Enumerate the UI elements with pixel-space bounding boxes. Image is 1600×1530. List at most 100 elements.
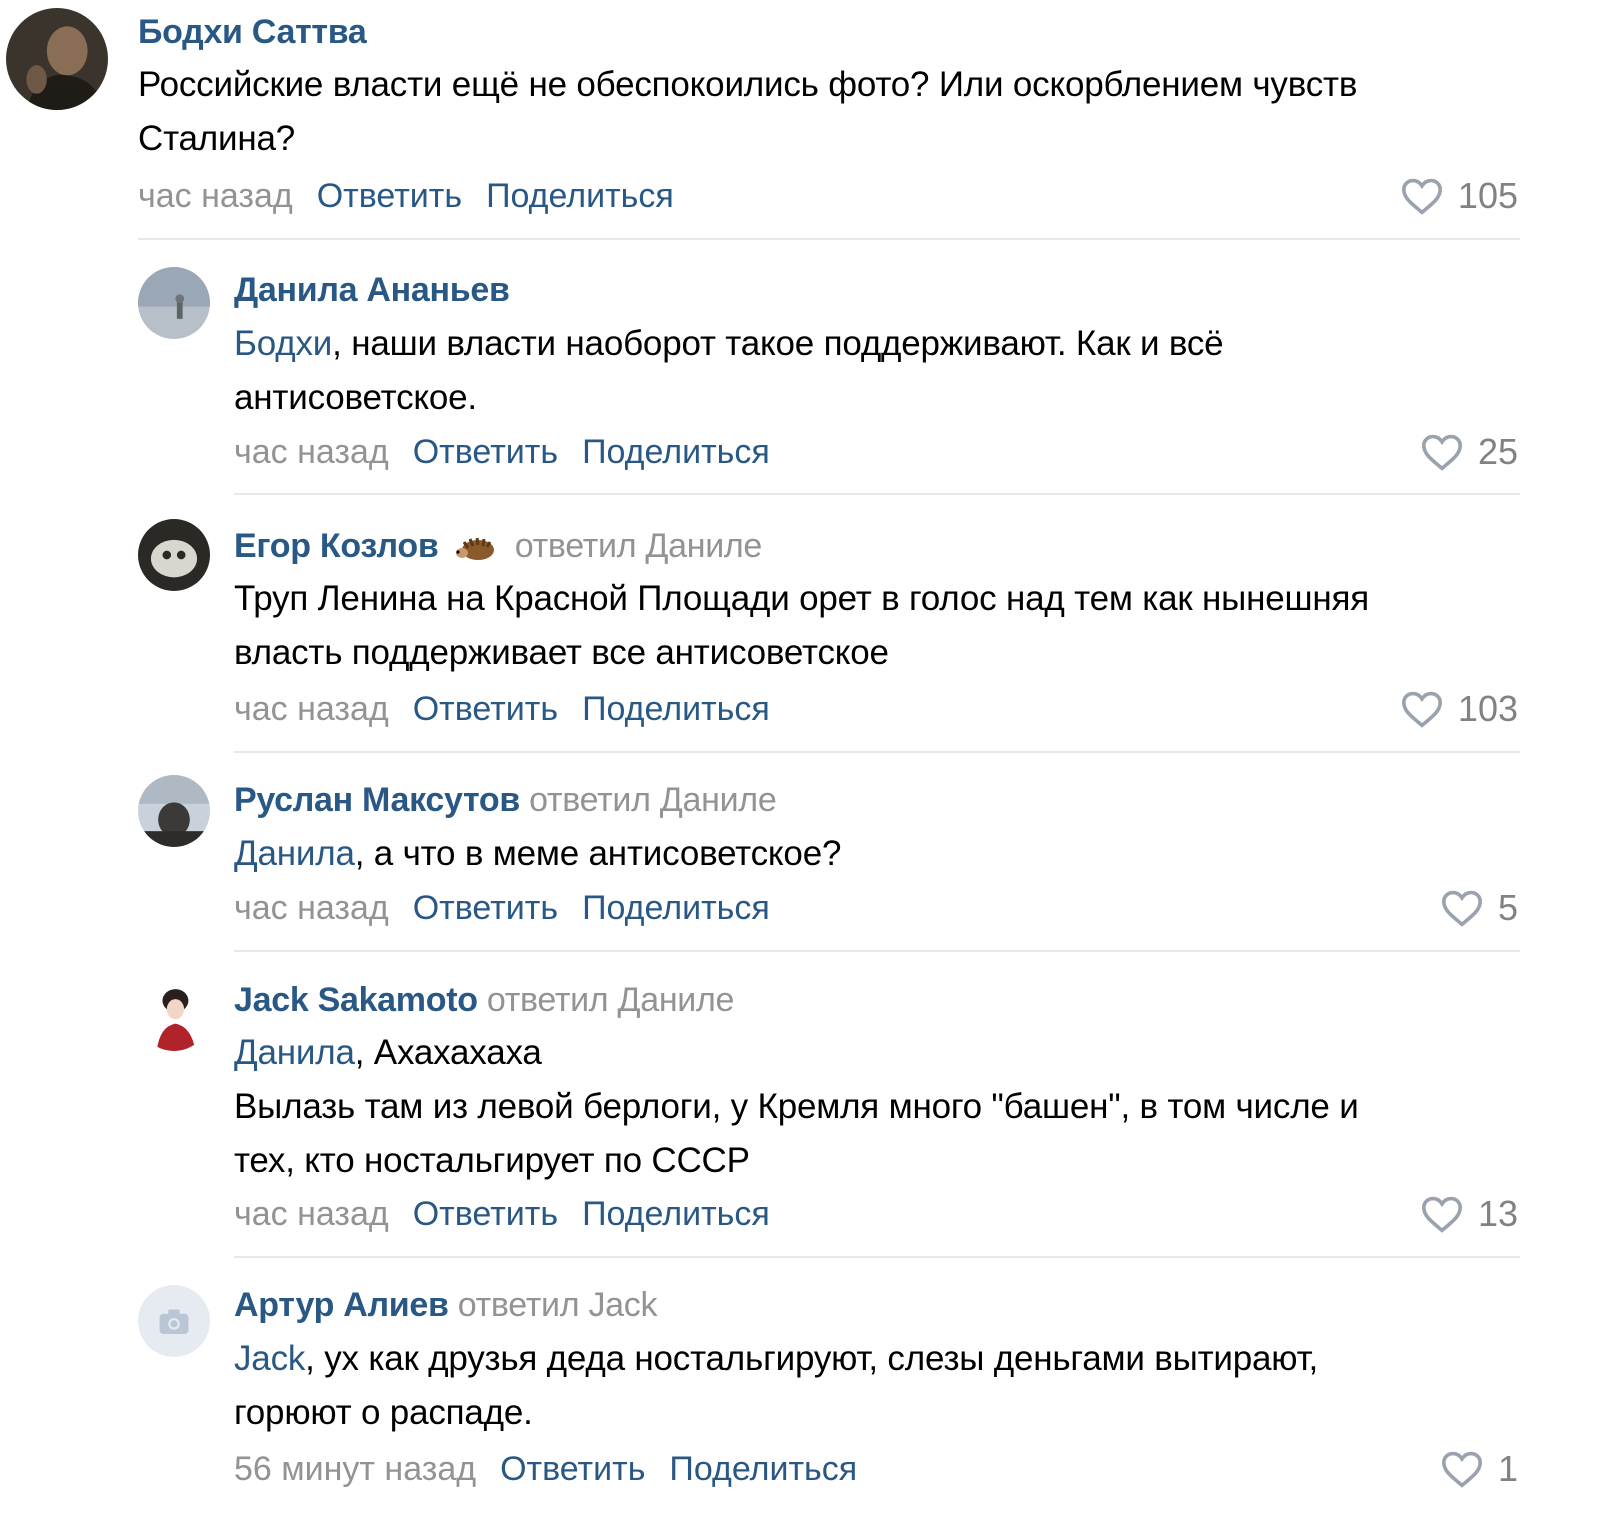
like-count: 105 — [1457, 175, 1518, 216]
user-photo-avatar-icon — [138, 775, 210, 847]
author-name[interactable]: Артур Алиев — [234, 1286, 449, 1324]
comment-time[interactable]: час назад — [234, 690, 389, 728]
heart-icon — [1421, 434, 1462, 471]
text-line: Данила, а что в меме антисоветское? — [234, 827, 841, 881]
text-line: Сталина? — [138, 119, 296, 158]
avatar[interactable] — [138, 979, 210, 1051]
hedgehog-emoji-icon — [455, 537, 494, 561]
replied-to-link[interactable]: Даниле — [618, 981, 735, 1019]
like-count: 25 — [1477, 431, 1518, 472]
heart-icon — [1441, 1451, 1482, 1488]
comment-time[interactable]: час назад — [234, 889, 389, 927]
share-button[interactable]: Поделиться — [582, 433, 770, 471]
comment-meta: час назад Ответить Поделиться — [234, 432, 794, 472]
comment-meta: час назад Ответить Поделиться — [138, 176, 698, 216]
divider — [234, 751, 1520, 753]
avatar[interactable] — [138, 775, 210, 847]
heart-icon — [1401, 178, 1442, 215]
author-line: Руслан Максутов ответил Даниле — [234, 780, 777, 820]
mention-link[interactable]: Бодхи — [234, 324, 332, 363]
like-button[interactable]: 25 — [1420, 432, 1518, 472]
text-segment: , ух как друзья деда ностальгируют, слез… — [305, 1339, 1319, 1378]
text-line: Бодхи, наши власти наоборот такое поддер… — [234, 317, 1224, 371]
share-button[interactable]: Поделиться — [582, 690, 770, 728]
comment-time[interactable]: 56 минут назад — [234, 1450, 476, 1488]
comment-time[interactable]: час назад — [234, 1195, 389, 1233]
comment-time[interactable]: час назад — [234, 433, 389, 471]
like-button[interactable]: 105 — [1400, 176, 1518, 216]
like-button[interactable]: 13 — [1420, 1194, 1518, 1234]
like-count: 103 — [1457, 688, 1518, 729]
like-button[interactable]: 1 — [1440, 1449, 1518, 1489]
divider — [234, 493, 1520, 495]
heart-icon — [1441, 890, 1482, 927]
author-line: Егор Козлов ответил Даниле — [234, 526, 762, 566]
author-name[interactable]: Бодхи Саттва — [138, 13, 367, 51]
text-line: Российские власти ещё не обеспокоились ф… — [138, 65, 1358, 104]
text-line: антисоветское. — [234, 378, 477, 417]
replied-to-link[interactable]: Даниле — [660, 781, 777, 819]
reply-button[interactable]: Ответить — [413, 690, 558, 728]
author-name[interactable]: Данила Ананьев — [234, 271, 510, 309]
comment-meta: час назад Ответить Поделиться — [234, 1194, 794, 1234]
comment-text: Российские власти ещё не обеспокоились ф… — [138, 58, 1357, 166]
camera-placeholder-icon — [138, 1285, 210, 1357]
share-button[interactable]: Поделиться — [669, 1450, 857, 1488]
replied-to-link[interactable]: Даниле — [645, 527, 762, 565]
avatar[interactable] — [6, 8, 108, 110]
comment: Бодхи Саттва Российские власти ещё не об… — [0, 0, 1560, 245]
mention-link[interactable]: Данила — [234, 834, 355, 873]
reply-button[interactable]: Ответить — [500, 1450, 645, 1488]
share-button[interactable]: Поделиться — [486, 177, 674, 215]
text-segment: , наши власти наоборот такое поддерживаю… — [332, 324, 1224, 363]
mention-link[interactable]: Jack — [234, 1339, 305, 1378]
comment-meta: час назад Ответить Поделиться — [234, 689, 794, 729]
text-line: Вылазь там из левой берлоги, у Кремля мн… — [234, 1087, 1359, 1126]
avatar[interactable] — [138, 519, 210, 591]
share-button[interactable]: Поделиться — [582, 889, 770, 927]
user-photo-avatar-icon — [138, 979, 210, 1051]
replied-label: ответил — [514, 527, 637, 565]
heart-icon — [1401, 691, 1442, 728]
text-line: тех, кто ностальгирует по СССР — [234, 1141, 750, 1180]
comment-time[interactable]: час назад — [138, 177, 293, 215]
avatar[interactable] — [138, 1285, 210, 1357]
comment-reply: Артур Алиев ответил Jack Jack, ух как др… — [0, 1283, 1560, 1530]
reply-button[interactable]: Ответить — [413, 889, 558, 927]
author-line: Бодхи Саттва — [138, 12, 367, 52]
author-line: Артур Алиев ответил Jack — [234, 1285, 657, 1325]
text-line: Jack, ух как друзья деда ностальгируют, … — [234, 1332, 1318, 1386]
comment-text: Труп Ленина на Красной Площади орет в го… — [234, 572, 1369, 680]
comment-text: Бодхи, наши власти наоборот такое поддер… — [234, 317, 1224, 425]
replied-label: ответил — [457, 1286, 580, 1324]
like-button[interactable]: 103 — [1400, 689, 1518, 729]
author-name[interactable]: Руслан Максутов — [234, 781, 520, 819]
comment-text: Jack, ух как друзья деда ностальгируют, … — [234, 1332, 1318, 1440]
replied-label: ответил — [486, 981, 609, 1019]
user-photo-avatar-icon — [138, 267, 210, 339]
replied-to-link[interactable]: Jack — [588, 1286, 657, 1324]
reply-button[interactable]: Ответить — [317, 177, 462, 215]
text-segment: , а что в меме антисоветское? — [354, 834, 842, 873]
comment-reply: Данила Ананьев Бодхи, наши власти наобор… — [0, 245, 1560, 505]
replied-label: ответил — [529, 781, 651, 819]
author-name[interactable]: Егор Козлов — [234, 527, 439, 565]
text-line: власть поддерживает все антисоветское — [234, 633, 889, 672]
comments-thread: Бодхи Саттва Российские власти ещё не об… — [0, 0, 1600, 1530]
text-line: горюют о распаде. — [234, 1393, 533, 1432]
like-count: 13 — [1477, 1193, 1518, 1234]
reply-button[interactable]: Ответить — [413, 433, 558, 471]
like-button[interactable]: 5 — [1440, 888, 1518, 928]
mention-link[interactable]: Данила — [234, 1033, 355, 1072]
share-button[interactable]: Поделиться — [582, 1195, 770, 1233]
like-count: 1 — [1497, 1448, 1518, 1489]
author-line: Данила Ананьев — [234, 270, 510, 310]
author-name[interactable]: Jack Sakamoto — [234, 981, 478, 1019]
divider — [138, 238, 1520, 240]
reply-button[interactable]: Ответить — [413, 1195, 558, 1233]
text-line: Данила, Ахахахаха — [234, 1026, 1359, 1080]
divider — [234, 1256, 1520, 1258]
avatar[interactable] — [138, 267, 210, 339]
heart-icon — [1421, 1196, 1462, 1233]
user-photo-avatar-icon — [138, 519, 210, 591]
